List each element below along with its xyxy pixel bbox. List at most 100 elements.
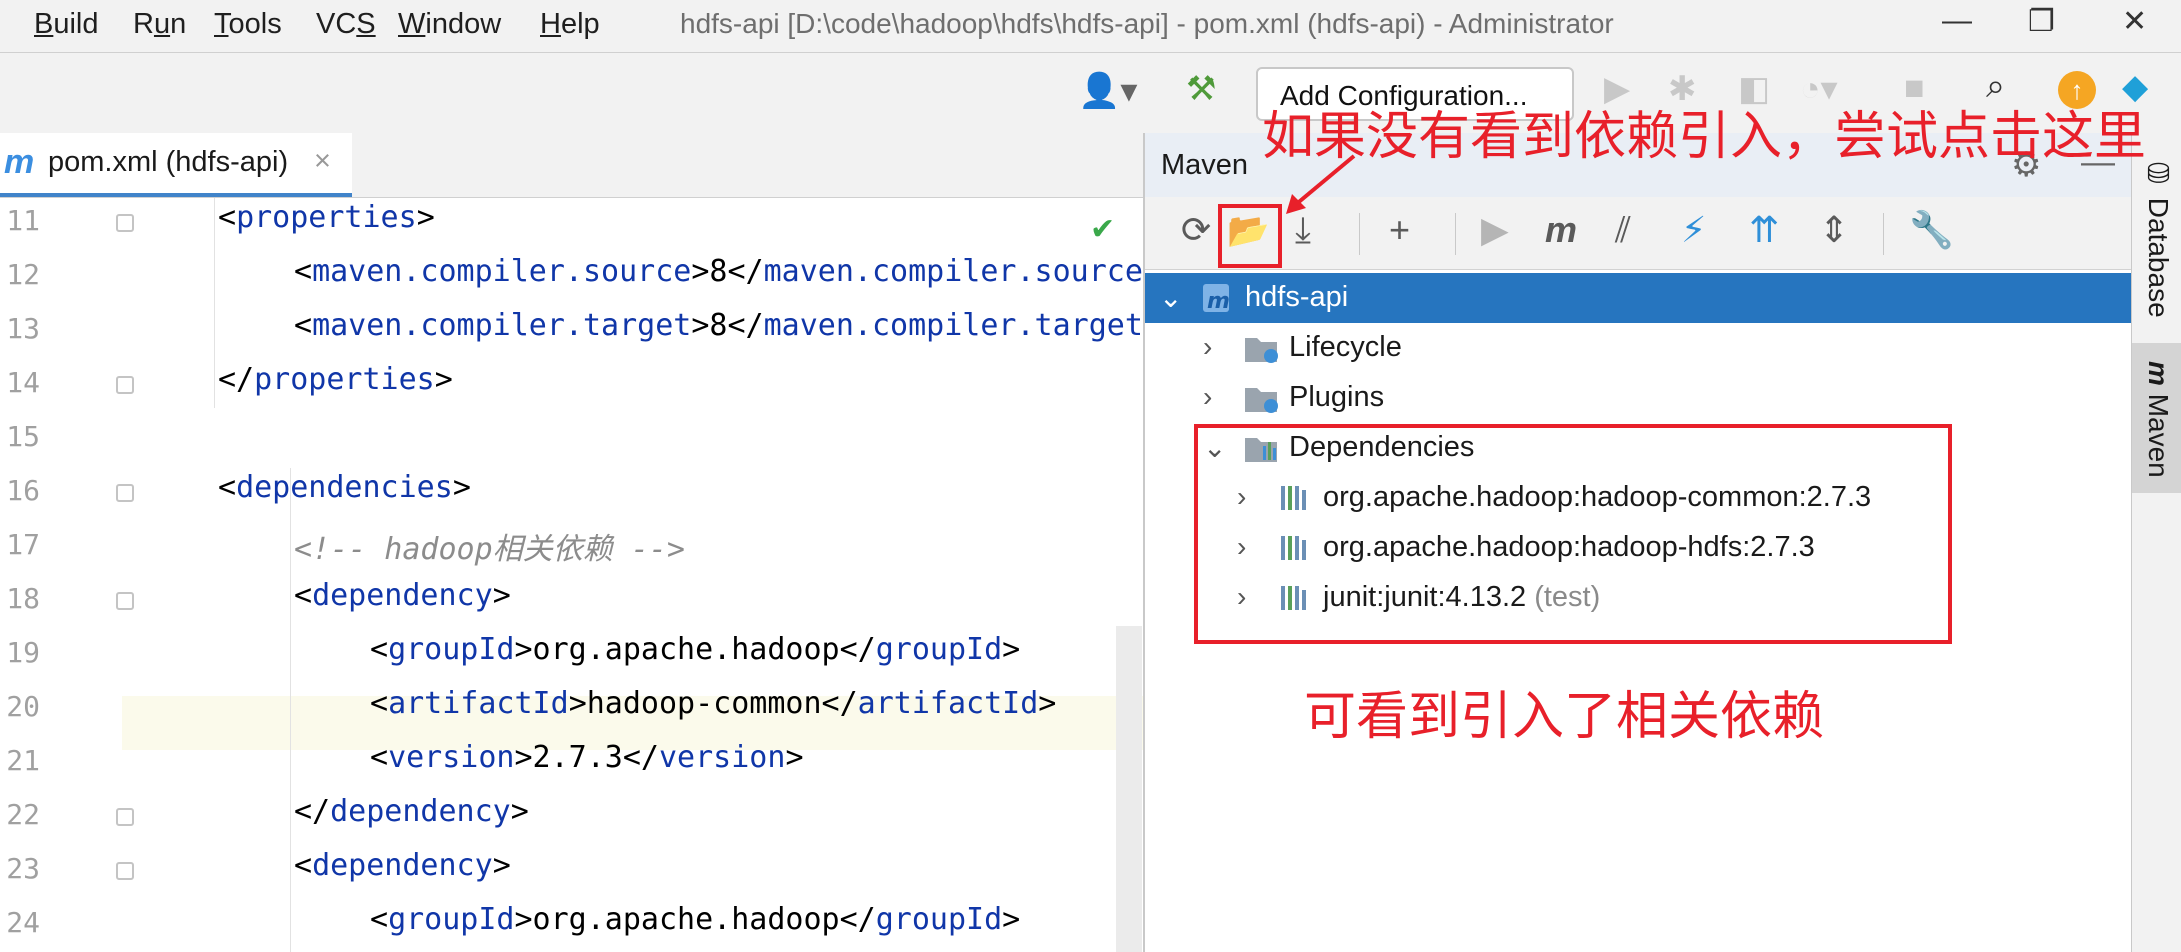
xml-tag-name: groupId xyxy=(875,902,1003,937)
line-number: 11 xyxy=(6,204,40,237)
menu-run[interactable]: Run xyxy=(133,8,186,41)
xml-tag-name: properties xyxy=(236,200,417,235)
toolbar-separator xyxy=(1883,213,1884,255)
maven-settings-wrench-icon[interactable]: 🔧 xyxy=(1909,209,1954,251)
execute-maven-goal-icon[interactable]: m xyxy=(1545,209,1577,251)
code-text: > xyxy=(785,740,804,775)
code-text: < xyxy=(218,470,237,505)
code-line[interactable]: <!-- hadoop相关依赖 --> xyxy=(294,524,685,568)
code-editor[interactable]: 11 <properties> 12 <maven.compiler.source>8… xyxy=(0,198,1143,952)
code-line[interactable]: <maven.compiler.source>8</maven.compiler… xyxy=(294,254,1143,289)
code-text: < xyxy=(370,632,389,667)
line-number: 22 xyxy=(6,798,40,831)
xml-tag-name: artifactId xyxy=(388,686,569,721)
tree-row[interactable]: › Plugins xyxy=(1145,373,2133,423)
chevron-down-icon[interactable]: ⌄ xyxy=(1159,281,1182,314)
code-text: > xyxy=(434,362,453,397)
add-maven-project-icon[interactable]: + xyxy=(1389,209,1410,251)
build-hammer-icon[interactable]: ⚒ xyxy=(1186,69,1216,109)
fold-marker-icon[interactable] xyxy=(116,862,134,880)
skip-tests-icon[interactable]: ⚡ xyxy=(1681,209,1706,251)
chevron-right-icon[interactable]: › xyxy=(1203,331,1212,363)
xml-tag-name: maven.compiler.target xyxy=(763,308,1143,343)
code-line[interactable]: <maven.compiler.target>8</maven.compiler… xyxy=(294,308,1143,343)
restore-button[interactable]: ❐ xyxy=(2028,4,2055,39)
xml-tag-name: version xyxy=(388,740,515,775)
code-line[interactable]: <dependency> xyxy=(294,848,511,883)
xml-tag-name: groupId xyxy=(388,632,515,667)
toggle-offline-mode-icon[interactable]: ⫽ xyxy=(1615,209,1631,252)
close-window-button[interactable]: ✕ xyxy=(2122,4,2147,39)
svg-text:m: m xyxy=(1207,289,1230,314)
tree-row[interactable]: › Lifecycle xyxy=(1145,323,2133,373)
database-side-tab[interactable]: ⛁ Database xyxy=(2142,157,2175,318)
close-tab-icon[interactable]: × xyxy=(314,145,331,178)
code-line[interactable]: <groupId>org.apache.hadoop</groupId> xyxy=(370,632,1020,667)
code-line[interactable]: <artifactId>hadoop-common</artifactId> xyxy=(370,686,1056,721)
menu-build[interactable]: Build xyxy=(34,8,99,41)
xml-tag-name: maven.compiler.target xyxy=(312,308,692,343)
fold-marker-icon[interactable] xyxy=(116,484,134,502)
menu-window[interactable]: Window xyxy=(398,8,501,41)
chevron-right-icon[interactable]: › xyxy=(1203,381,1212,413)
xml-tag-name: groupId xyxy=(875,632,1003,667)
menu-help[interactable]: Help xyxy=(540,8,600,41)
menu-vcs[interactable]: VCS xyxy=(316,8,376,41)
xml-tag-name: maven.compiler.source xyxy=(763,254,1143,289)
code-text: > xyxy=(416,200,435,235)
code-line[interactable]: </properties> xyxy=(218,362,453,397)
line-number: 15 xyxy=(6,420,40,453)
highlight-box-dependencies xyxy=(1194,424,1952,644)
code-line[interactable]: <dependency> xyxy=(294,578,511,613)
code-text: >hadoop-common</ xyxy=(568,686,858,721)
editor-scrollbar[interactable] xyxy=(1116,626,1142,952)
code-line[interactable]: <dependencies> xyxy=(218,470,471,505)
collapse-all-icon[interactable]: ⇕ xyxy=(1819,209,1849,251)
line-number: 12 xyxy=(6,258,40,291)
code-text: < xyxy=(294,848,313,883)
minimize-button[interactable]: — xyxy=(1942,4,1972,38)
indent-guide xyxy=(290,468,291,952)
tree-item-label: Plugins xyxy=(1289,381,1384,414)
xml-tag-name: maven.compiler.source xyxy=(312,254,692,289)
code-text: > xyxy=(492,848,511,883)
line-number: 20 xyxy=(6,690,40,723)
tab-pom-xml[interactable]: m pom.xml (hdfs-api) × xyxy=(0,133,352,197)
fold-marker-icon[interactable] xyxy=(116,214,134,232)
xml-tag-name: dependency xyxy=(312,848,493,883)
code-text: >8</ xyxy=(691,308,764,343)
code-text: > xyxy=(452,470,471,505)
maven-side-tab[interactable]: m Maven xyxy=(2142,361,2174,478)
code-line[interactable]: <properties> xyxy=(218,200,435,235)
reload-all-projects-icon[interactable]: ⟳ xyxy=(1181,209,1211,251)
show-dependencies-icon[interactable]: ⇈ xyxy=(1749,209,1779,251)
code-text: < xyxy=(218,200,237,235)
line-number: 24 xyxy=(6,906,40,939)
run-maven-build-icon[interactable]: ▶ xyxy=(1481,209,1509,251)
menu-bar: Build Run Tools VCS Window Help hdfs-api… xyxy=(0,0,2181,52)
tree-row[interactable]: ⌄ m hdfs-api xyxy=(1145,273,2133,323)
code-text: >org.apache.hadoop</ xyxy=(514,902,876,937)
code-text: < xyxy=(370,686,389,721)
xml-tag-name: groupId xyxy=(388,902,515,937)
line-number: 17 xyxy=(6,528,40,561)
code-text: < xyxy=(294,308,313,343)
xml-tag-name: dependency xyxy=(312,578,493,613)
code-line[interactable]: <version>2.7.3</version> xyxy=(370,740,804,775)
code-text: >8</ xyxy=(691,254,764,289)
no-problems-check-icon[interactable]: ✔ xyxy=(1090,212,1115,247)
tree-item-text: Plugins xyxy=(1289,381,1385,413)
annotation-bottom-text: 可看到引入了相关依赖 xyxy=(1304,687,1825,747)
code-line[interactable]: </dependency> xyxy=(294,794,529,829)
fold-marker-icon[interactable] xyxy=(116,376,134,394)
indent-guide xyxy=(214,198,215,408)
fold-marker-icon[interactable] xyxy=(116,808,134,826)
code-text: > xyxy=(1002,632,1021,667)
menu-tools[interactable]: Tools xyxy=(214,8,282,41)
fold-marker-icon[interactable] xyxy=(116,592,134,610)
code-text: </ xyxy=(218,362,255,397)
user-icon[interactable]: 👤▾ xyxy=(1078,71,1137,111)
code-line[interactable]: <groupId>org.apache.hadoop</groupId> xyxy=(370,902,1020,937)
xml-tag-name: properties xyxy=(254,362,435,397)
tree-item-label: Lifecycle xyxy=(1289,331,1402,364)
